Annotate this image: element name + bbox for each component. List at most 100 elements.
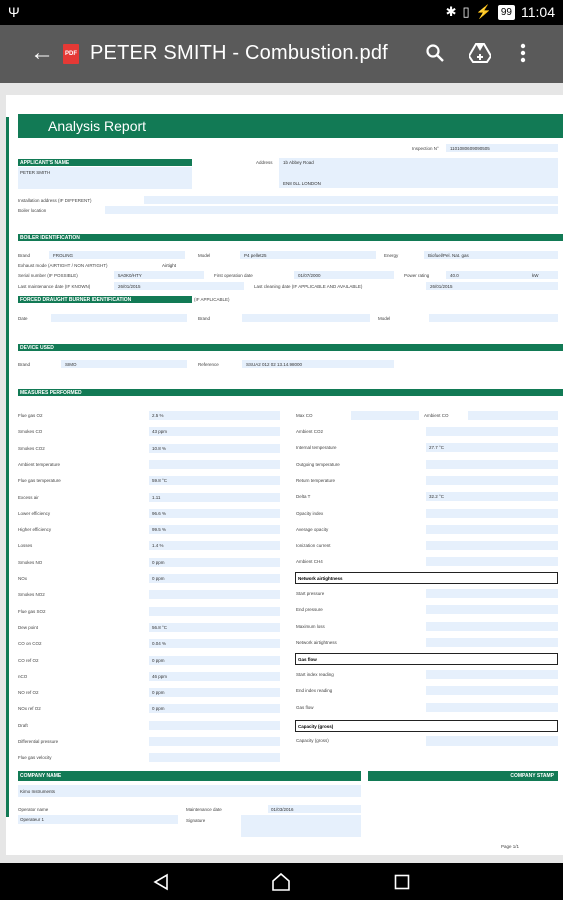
exhaust-value: Airtight (162, 263, 177, 268)
home-nav-icon[interactable] (270, 871, 292, 893)
drive-icon[interactable] (466, 39, 494, 67)
pdf-file-icon: PDF (63, 44, 79, 64)
measure-value: 46 ppm (152, 673, 168, 679)
measure-field (149, 541, 280, 551)
measure-field (149, 459, 280, 469)
measure-label: nCO (18, 673, 28, 679)
device-brand-field (61, 360, 187, 368)
measure-label: Return temperature (296, 477, 336, 483)
pdf-page: Analysis Report Inspection N° 1101080609… (6, 95, 563, 855)
operator-value: Operateur 1 (20, 817, 45, 822)
measure-label: CO on CO2 (18, 641, 42, 647)
measure-label: Losses (18, 543, 33, 549)
more-options-icon[interactable] (509, 39, 537, 67)
company-name-field (18, 785, 361, 797)
measure-field (149, 525, 280, 535)
address-line2: EN8 0LL LONDON (283, 181, 321, 186)
measure-field (426, 508, 558, 518)
measure-label: Start index reading (296, 672, 334, 677)
measure-label: Smokes CO (18, 429, 43, 435)
measure-label: Ionization current (296, 543, 331, 549)
measure-label: Gas flow (296, 704, 314, 710)
bluetooth-icon: ✱ (445, 4, 457, 19)
capacity-label: Capacity (gross) (296, 738, 329, 743)
clock: 11:04 (521, 4, 555, 20)
measure-label: Excess air (18, 494, 39, 500)
measure-field (149, 411, 280, 420)
measure-field (426, 686, 558, 696)
device-header: DEVICE USED (18, 344, 563, 351)
pdf-viewport[interactable]: Analysis Report Inspection N° 1101080609… (0, 83, 563, 863)
serial-value: 5A0K0/HTY (118, 273, 142, 278)
company-stamp-header: COMPANY STAMP (368, 771, 558, 781)
search-icon[interactable] (421, 39, 449, 67)
measure-field (426, 492, 558, 502)
measure-label: Lower efficiency (18, 510, 51, 516)
measure-label: Opacity index (296, 510, 324, 516)
boiler-header: BOILER IDENTIFICATION (18, 234, 563, 241)
vibrate-icon: ▯ (462, 4, 470, 19)
reference-value: SSUA2 012 02 13.14.98000 (246, 362, 303, 367)
capacity-field (426, 736, 558, 746)
power-value: 40.0 (450, 273, 459, 278)
measure-label: Draft (18, 722, 28, 728)
max-co-label: Max CO (296, 413, 313, 418)
measure-field (426, 637, 558, 647)
usb-icon: Ψ (8, 4, 20, 20)
app-bar: ← PDF PETER SMITH - Combustion.pdf (0, 25, 563, 83)
measure-value: 0 ppm (152, 559, 165, 565)
measure-field (149, 574, 280, 583)
measure-label: Start pressure (296, 591, 325, 596)
measure-label: End index reading (296, 688, 333, 694)
measure-field (426, 621, 558, 631)
measure-field (149, 720, 280, 730)
energy-value: Biofuel/Pel. Nat. gas (428, 253, 469, 258)
power-label: Power rating (404, 273, 430, 278)
measure-label: Delta T (296, 494, 311, 500)
page-number: Page 1/1 (501, 844, 520, 849)
measure-label: NOx (18, 576, 27, 581)
measure-field (426, 443, 558, 453)
burner-model-field (429, 314, 558, 322)
measure-value: 0 ppm (152, 690, 165, 696)
measure-field (426, 702, 558, 712)
burner-brand-field (242, 314, 370, 322)
measure-label: Ambient CO2 (296, 429, 324, 434)
measure-field (426, 605, 558, 615)
measure-label: Smokes NO2 (18, 592, 45, 598)
measure-value: 0 ppm (152, 657, 165, 663)
navigation-bar (0, 863, 563, 900)
measure-field (149, 688, 280, 698)
recents-nav-icon[interactable] (391, 871, 413, 893)
last-maintenance-label: Last maintenance date (IF KNOWN) (18, 284, 91, 289)
measure-field (426, 427, 558, 436)
measure-field (149, 639, 280, 649)
brand-label: Brand (18, 253, 31, 258)
company-name-header: COMPANY NAME (18, 771, 361, 781)
measure-field (149, 557, 280, 567)
device-brand-label: Brand (18, 362, 31, 367)
measure-label: Ambient temperature (18, 461, 61, 467)
last-cleaning-value: 26/01/2015 (430, 284, 453, 289)
maintenance-date-value: 01/03/2016 (271, 807, 294, 812)
back-nav-icon[interactable] (150, 871, 172, 893)
document-title: PETER SMITH - Combustion.pdf (90, 42, 388, 64)
page-left-accent (6, 117, 9, 817)
network-airtightness-header: Network airtightness (295, 572, 558, 584)
signature-field (241, 815, 361, 837)
measure-value: 43 ppm (152, 429, 168, 435)
measure-label: Outgoing temperature (296, 461, 340, 467)
reference-label: Reference (198, 362, 219, 367)
company-name: Kimo Instruments (20, 789, 56, 794)
measure-value: 96.6 % (152, 510, 167, 516)
measure-label: Differential pressure (18, 739, 59, 744)
last-cleaning-label: Last cleaning date (IF APPLICABLE AND AV… (254, 284, 363, 289)
measure-value: 0.04 % (152, 641, 167, 647)
measure-field (149, 737, 280, 746)
burner-model-label: Model (378, 316, 391, 321)
back-arrow-icon[interactable]: ← (30, 39, 54, 67)
inspection-label: Inspection N° (412, 146, 439, 151)
forced-draught-note: (IF APPLICABLE) (194, 297, 230, 302)
measure-field (426, 670, 558, 679)
measure-value: 10.8 % (152, 445, 167, 451)
